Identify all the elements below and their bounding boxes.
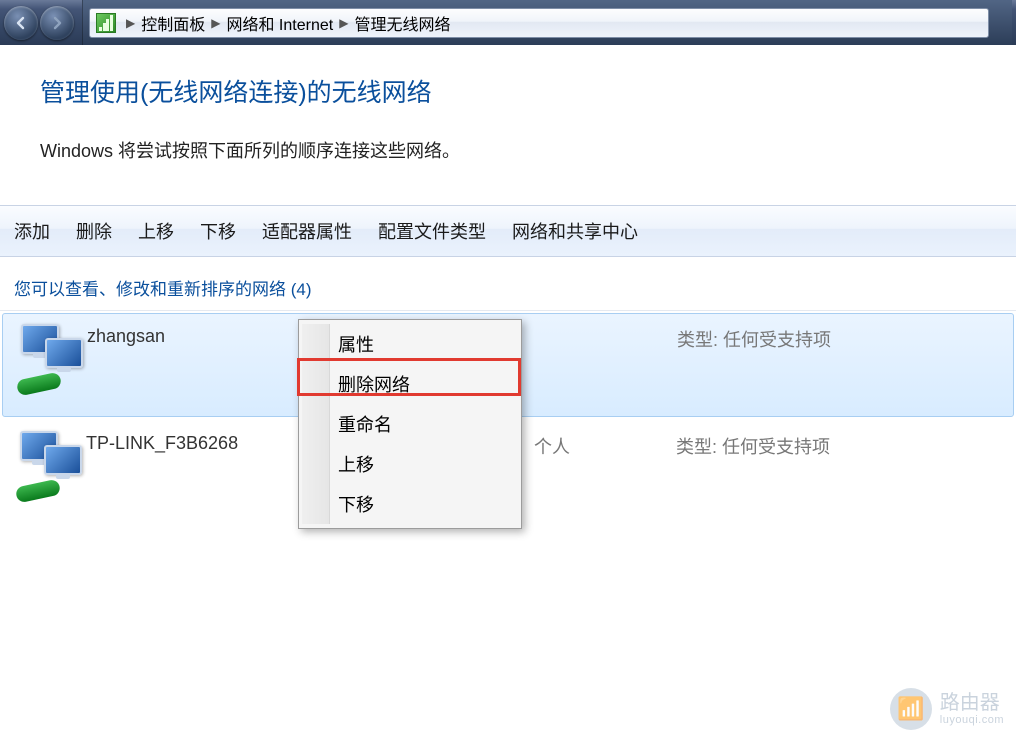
page-title: 管理使用(无线网络连接)的无线网络 xyxy=(40,73,976,109)
network-icon xyxy=(15,322,87,394)
watermark-title: 路由器 xyxy=(940,692,1004,714)
toolbar-add[interactable]: 添加 xyxy=(14,218,50,244)
toolbar-remove[interactable]: 删除 xyxy=(76,218,112,244)
context-menu-rename[interactable]: 重命名 xyxy=(302,404,518,444)
nav-right-region: ▶ 控制面板 ▶ 网络和 Internet ▶ 管理无线网络 xyxy=(82,0,1012,45)
nav-buttons xyxy=(4,6,76,40)
toolbar-adapter-properties[interactable]: 适配器属性 xyxy=(262,218,352,244)
forward-button[interactable] xyxy=(40,6,74,40)
watermark-logo-icon: 📶 xyxy=(890,688,932,730)
toolbar-move-down[interactable]: 下移 xyxy=(200,218,236,244)
breadcrumb-network-internet[interactable]: 网络和 Internet xyxy=(226,11,333,35)
toolbar-move-up[interactable]: 上移 xyxy=(138,218,174,244)
watermark-subtitle: luyouqi.com xyxy=(940,714,1004,726)
context-menu: 属性 删除网络 重命名 上移 下移 xyxy=(298,319,522,529)
breadcrumb-manage-wireless[interactable]: 管理无线网络 xyxy=(354,11,450,35)
signal-icon xyxy=(96,13,116,33)
network-type: 类型: 任何受支持项 xyxy=(677,326,831,352)
context-menu-move-up[interactable]: 上移 xyxy=(302,444,518,484)
breadcrumb-sep: ▶ xyxy=(126,16,135,30)
section-header: 您可以查看、修改和重新排序的网络 (4) xyxy=(0,257,1016,311)
section-label: 您可以查看、修改和重新排序的网络 xyxy=(14,280,291,299)
network-icon xyxy=(14,429,86,501)
breadcrumb-control-panel[interactable]: 控制面板 xyxy=(141,11,205,35)
watermark: 📶 路由器 luyouqi.com xyxy=(890,688,1004,730)
forward-arrow-icon xyxy=(49,15,65,31)
content-area: 管理使用(无线网络连接)的无线网络 Windows 将尝试按照下面所列的顺序连接… xyxy=(0,45,1016,205)
network-type: 类型: 任何受支持项 xyxy=(676,433,830,459)
toolbar-network-sharing-center[interactable]: 网络和共享中心 xyxy=(512,218,638,244)
breadcrumb-sep: ▶ xyxy=(211,16,220,30)
context-menu-properties[interactable]: 属性 xyxy=(302,324,518,364)
toolbar-profile-type[interactable]: 配置文件类型 xyxy=(378,218,486,244)
toolbar: 添加 删除 上移 下移 适配器属性 配置文件类型 网络和共享中心 xyxy=(0,205,1016,257)
section-count: (4) xyxy=(291,280,312,299)
context-menu-delete-network[interactable]: 删除网络 xyxy=(302,364,518,404)
network-list: zhangsan 安全: WPA2 - 个人 类型: 任何受支持项 TP-LIN… xyxy=(0,313,1016,525)
title-bar: ▶ 控制面板 ▶ 网络和 Internet ▶ 管理无线网络 xyxy=(0,0,1016,45)
breadcrumb[interactable]: ▶ 控制面板 ▶ 网络和 Internet ▶ 管理无线网络 xyxy=(89,8,989,38)
breadcrumb-sep: ▶ xyxy=(339,16,348,30)
page-subtitle: Windows 将尝试按照下面所列的顺序连接这些网络。 xyxy=(40,137,976,163)
context-menu-move-down[interactable]: 下移 xyxy=(302,484,518,524)
back-button[interactable] xyxy=(4,6,38,40)
context-menu-gutter xyxy=(302,324,330,524)
back-arrow-icon xyxy=(13,15,29,31)
